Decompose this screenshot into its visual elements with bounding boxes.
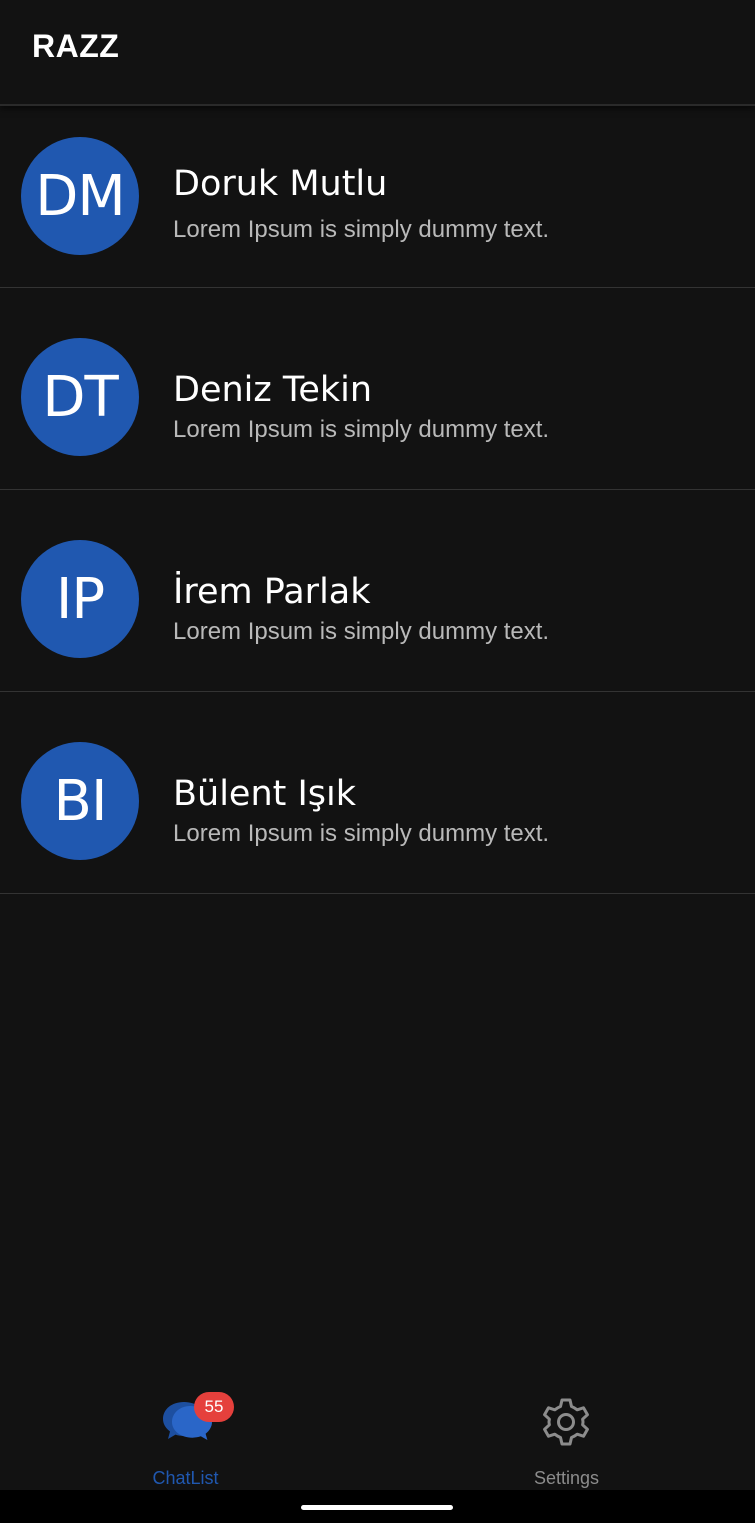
chat-preview: Lorem Ipsum is simply dummy text. (173, 820, 550, 847)
unread-badge: 55 (194, 1392, 234, 1422)
bottom-navigation: 55 ChatList Settings (0, 1380, 755, 1490)
gear-icon (540, 1396, 592, 1452)
chat-name: Bülent Işık (173, 774, 357, 814)
tab-settings[interactable]: Settings (378, 1380, 755, 1490)
avatar-initials: DM (35, 163, 125, 229)
chat-item-doruk-mutlu[interactable]: DM Doruk Mutlu Lorem Ipsum is simply dum… (0, 108, 755, 288)
tab-chatlist-label: ChatList (152, 1468, 219, 1488)
chat-preview: Lorem Ipsum is simply dummy text. (173, 216, 550, 243)
avatar: DM (21, 137, 139, 255)
tab-settings-label: Settings (533, 1468, 600, 1488)
avatar: DT (21, 338, 139, 456)
chat-name: Deniz Tekin (173, 370, 373, 410)
avatar: IP (21, 540, 139, 658)
chat-name: İrem Parlak (173, 572, 371, 612)
avatar-initials: DT (42, 364, 118, 430)
chat-item-bulent-isik[interactable]: BI Bülent Işık Lorem Ipsum is simply dum… (0, 692, 755, 894)
avatar: BI (21, 742, 139, 860)
avatar-initials: BI (53, 768, 108, 834)
app-title: RAZZ (32, 28, 120, 64)
app-header: RAZZ (0, 0, 755, 106)
chat-list-screen: RAZZ DM Doruk Mutlu Lorem Ipsum is simpl… (0, 0, 755, 1523)
chat-preview: Lorem Ipsum is simply dummy text. (173, 618, 550, 645)
tab-chatlist[interactable]: 55 ChatList (0, 1380, 377, 1490)
chat-list: DM Doruk Mutlu Lorem Ipsum is simply dum… (0, 108, 755, 894)
chat-name: Doruk Mutlu (173, 164, 388, 204)
avatar-initials: IP (55, 566, 105, 632)
chat-item-deniz-tekin[interactable]: DT Deniz Tekin Lorem Ipsum is simply dum… (0, 288, 755, 490)
chat-item-irem-parlak[interactable]: IP İrem Parlak Lorem Ipsum is simply dum… (0, 490, 755, 692)
system-navigation-bar (0, 1490, 755, 1523)
chat-preview: Lorem Ipsum is simply dummy text. (173, 416, 550, 443)
home-indicator[interactable] (301, 1505, 453, 1510)
